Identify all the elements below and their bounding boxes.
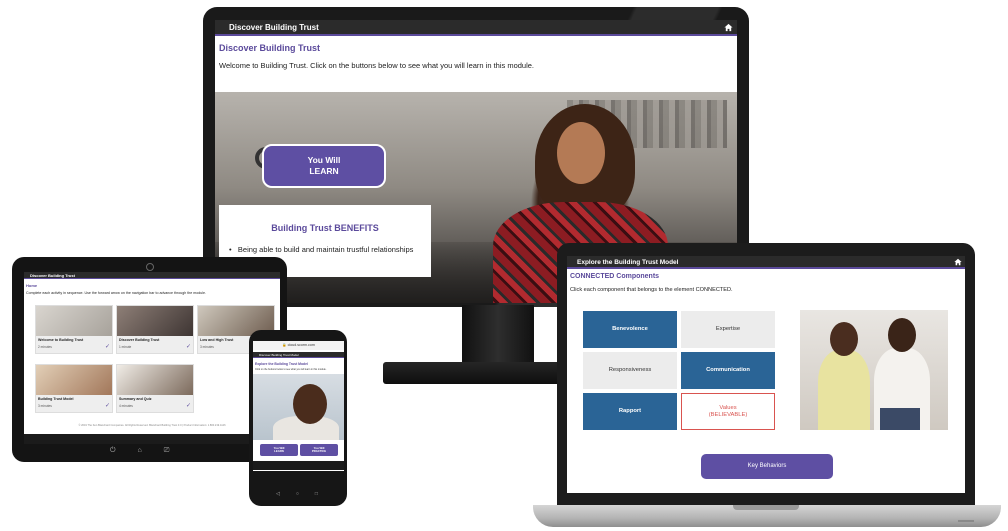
- lock-icon: 🔒: [282, 343, 287, 347]
- card-title: Low and High Trust: [200, 338, 234, 342]
- card-duration: 1 minute: [119, 345, 132, 349]
- android-back-icon[interactable]: ⏻: [110, 447, 138, 454]
- laptop-header-bar: Explore the Building Trust Model: [567, 256, 965, 269]
- phone-nav-bar: ⏮⏭: [253, 461, 344, 471]
- activity-card[interactable]: Welcome to Building Trust 2 minutes ✓: [35, 305, 113, 354]
- benefits-item-text: Being able to build and maintain trustfu…: [237, 245, 414, 254]
- android-home-icon[interactable]: ○: [296, 491, 315, 497]
- you-will-learn-button[interactable]: You Will LEARN: [260, 444, 298, 456]
- back-arrow-icon[interactable]: ⏮: [30, 441, 35, 444]
- android-home-icon[interactable]: ⌂: [138, 447, 164, 454]
- learn-button-line2: LEARN: [309, 166, 339, 176]
- check-icon: ✓: [185, 344, 191, 350]
- activity-card[interactable]: Summary and Quiz 4 minutes ✓: [116, 364, 194, 413]
- activity-card[interactable]: Discover Building Trust 1 minute ✓: [116, 305, 194, 354]
- section-title: CONNECTED Components: [570, 273, 660, 280]
- photo-two-women-coffee: [800, 310, 948, 430]
- home-icon[interactable]: [954, 258, 962, 266]
- component-label: Responsiveness: [608, 367, 652, 373]
- monitor-header-title: Discover Building Trust: [229, 23, 319, 32]
- learn-button-line1: You Will: [307, 155, 341, 165]
- activity-card[interactable]: Building Trust Model 3 minutes ✓: [35, 364, 113, 413]
- forward-arrow-icon[interactable]: ⏭: [267, 470, 271, 471]
- phone-screen: 🔒 cloud.scorm.com Discover Building Trus…: [253, 341, 344, 471]
- card-image: [36, 365, 112, 395]
- photo-face-right: [888, 318, 916, 352]
- component-rapport[interactable]: Rapport: [583, 393, 677, 430]
- laptop-notch: [733, 505, 799, 510]
- browser-url: cloud.scorm.com: [287, 343, 315, 347]
- phone-header-bar: Discover Building Trust Model: [253, 352, 344, 358]
- component-communication[interactable]: Communication: [681, 352, 775, 389]
- card-duration: 2 minutes: [38, 345, 52, 349]
- check-icon: ✓: [104, 344, 110, 350]
- android-recents-icon[interactable]: □: [315, 491, 334, 497]
- laptop-screen: Explore the Building Trust Model CONNECT…: [567, 256, 965, 493]
- home-icon[interactable]: [724, 23, 733, 32]
- android-recents-icon[interactable]: ⎚: [164, 447, 192, 454]
- android-back-icon[interactable]: ◁: [276, 491, 296, 497]
- phone-learn-line2: LEARN: [274, 448, 284, 453]
- forward-arrow-icon[interactable]: ⏭: [41, 441, 46, 444]
- photo-face-left: [830, 322, 858, 356]
- component-label: Rapport: [618, 408, 642, 414]
- monitor-stand-neck: [462, 305, 534, 367]
- component-values[interactable]: Values (BELIEVABLE): [681, 393, 775, 430]
- browser-address-bar[interactable]: 🔒 cloud.scorm.com: [253, 341, 344, 350]
- card-title: Summary and Quiz: [119, 397, 152, 401]
- tablet-home-link[interactable]: Home: [26, 283, 37, 288]
- phone-intro: Click on the buttons below to see what y…: [255, 368, 327, 371]
- phone-title: Explore the Building Trust Model: [255, 362, 308, 366]
- tablet-screen: Discover Building Trust Home Complete ea…: [24, 272, 280, 444]
- component-benevolence[interactable]: Benevolence: [583, 311, 677, 348]
- tablet-intro: Complete each activity in sequence. Use …: [26, 291, 206, 295]
- page-intro: Welcome to Building Trust. Click on the …: [219, 61, 535, 70]
- card-title: Building Trust Model: [38, 397, 74, 401]
- card-image: [117, 365, 193, 395]
- benefits-item: • Being able to build and maintain trust…: [229, 245, 414, 254]
- tablet-nav-bar: ⏮⏭: [24, 434, 280, 444]
- you-will-learn-button[interactable]: You Will LEARN: [262, 144, 386, 188]
- tablet-header-title: Discover Building Trust: [30, 273, 75, 278]
- laptop-edge-line: [958, 520, 974, 522]
- card-duration: 4 minutes: [119, 404, 133, 408]
- photo-jeans: [880, 408, 920, 430]
- page-title: Discover Building Trust: [219, 43, 321, 53]
- tablet-footer-copyright: © 2019 The Ken Blanchard Companies. All …: [78, 424, 226, 427]
- tablet-camera: [146, 263, 154, 271]
- monitor-header-bar: Discover Building Trust: [215, 20, 737, 36]
- photo-face: [293, 384, 327, 424]
- phone-system-buttons: ◁○□: [276, 491, 334, 497]
- section-instructions: Click each component that belongs to the…: [570, 287, 733, 293]
- card-duration: 3 minutes: [200, 345, 214, 349]
- card-title: Welcome to Building Trust: [38, 338, 84, 342]
- laptop-header-title: Explore the Building Trust Model: [577, 259, 679, 266]
- key-behaviors-button[interactable]: Key Behaviors: [701, 454, 833, 479]
- back-arrow-icon[interactable]: ⏮: [258, 470, 262, 471]
- photo-face: [557, 122, 605, 184]
- tablet-system-buttons: ⏻⌂⎚: [110, 447, 191, 455]
- component-expertise[interactable]: Expertise: [681, 311, 775, 348]
- tablet-header-bar: Discover Building Trust: [24, 272, 280, 279]
- photo-man-smiling: [253, 374, 344, 440]
- check-icon: ✓: [104, 403, 110, 409]
- component-label: Values: [719, 404, 737, 411]
- photo-person-left: [818, 350, 870, 430]
- phone-header-title: Discover Building Trust Model: [259, 353, 299, 357]
- component-label: Expertise: [715, 326, 741, 332]
- component-responsiveness[interactable]: Responsiveness: [583, 352, 677, 389]
- card-image: [36, 306, 112, 336]
- you-will-practice-button[interactable]: You Will PRACTICE: [300, 444, 338, 456]
- benefits-title: Building Trust BENEFITS: [271, 223, 379, 233]
- card-duration: 3 minutes: [38, 404, 52, 408]
- card-image: [117, 306, 193, 336]
- component-sublabel: (BELIEVABLE): [708, 411, 748, 418]
- card-title: Discover Building Trust: [119, 338, 160, 342]
- phone-practice-line2: PRACTICE: [311, 448, 327, 453]
- component-label: Benevolence: [612, 326, 648, 332]
- component-label: Communication: [706, 367, 750, 373]
- check-icon: ✓: [185, 403, 191, 409]
